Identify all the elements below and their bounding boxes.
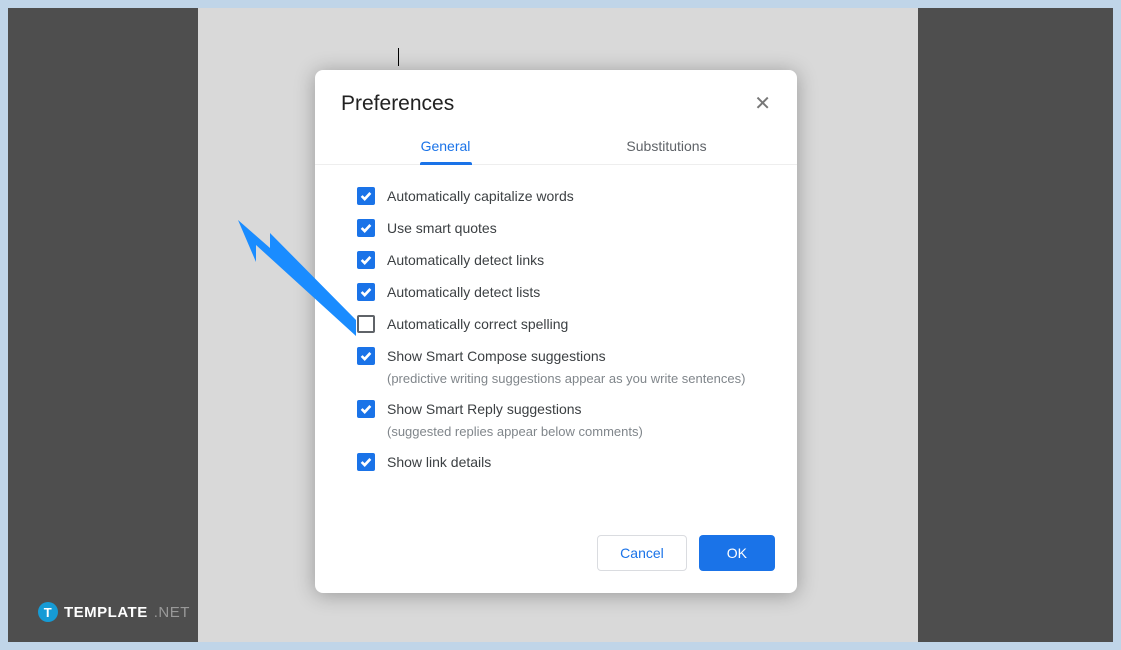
checkbox-7[interactable] [357,453,375,471]
watermark: T TEMPLATE .NET [38,602,190,622]
checkbox-3[interactable] [357,283,375,301]
preference-option: Use smart quotes [357,219,771,237]
dialog-footer: Cancel OK [315,495,797,593]
option-label: Show link details [387,454,491,470]
checkbox-0[interactable] [357,187,375,205]
option-label: Automatically detect links [387,252,544,268]
options-list: Automatically capitalize words Use smart … [315,165,797,495]
preference-option: Automatically detect links [357,251,771,269]
option-description: (suggested replies appear below comments… [387,424,771,439]
preference-option: Automatically capitalize words [357,187,771,205]
watermark-icon: T [38,602,58,622]
watermark-brand: TEMPLATE [64,604,148,621]
checkbox-4[interactable] [357,315,375,333]
close-icon[interactable]: ✕ [754,94,771,114]
ok-button[interactable]: OK [699,535,775,571]
cancel-button[interactable]: Cancel [597,535,687,571]
option-label: Automatically correct spelling [387,316,568,332]
checkbox-5[interactable] [357,347,375,365]
app-background: Preferences ✕ General Substitutions Auto… [8,8,1113,642]
preference-option: Show Smart Compose suggestions (predictiv… [357,347,771,386]
tab-general[interactable]: General [335,130,556,164]
tab-substitutions[interactable]: Substitutions [556,130,777,164]
preferences-dialog: Preferences ✕ General Substitutions Auto… [315,70,797,593]
option-label: Show Smart Reply suggestions [387,401,582,417]
watermark-suffix: .NET [154,604,190,621]
preference-option: Automatically detect lists [357,283,771,301]
option-description: (predictive writing suggestions appear a… [387,371,771,386]
checkbox-6[interactable] [357,400,375,418]
option-label: Automatically detect lists [387,284,540,300]
preference-option: Automatically correct spelling [357,315,771,333]
preference-option: Show link details [357,453,771,471]
option-label: Show Smart Compose suggestions [387,348,606,364]
dialog-tabs: General Substitutions [315,130,797,165]
checkbox-1[interactable] [357,219,375,237]
option-label: Automatically capitalize words [387,188,574,204]
dialog-header: Preferences ✕ [315,70,797,130]
option-label: Use smart quotes [387,220,497,236]
preference-option: Show Smart Reply suggestions (suggested r… [357,400,771,439]
checkbox-2[interactable] [357,251,375,269]
dialog-title: Preferences [341,92,454,116]
